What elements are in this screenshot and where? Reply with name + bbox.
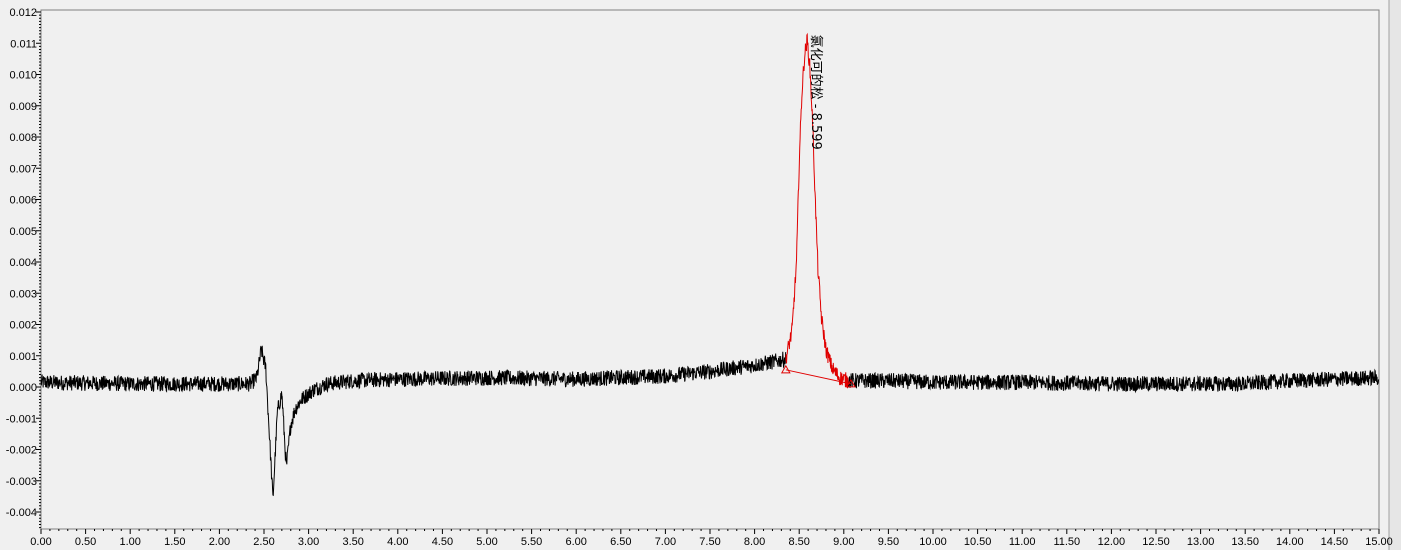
x-tick-label: 14.50 xyxy=(1321,536,1349,548)
y-tick-label: -0.001 xyxy=(6,413,37,425)
x-tick-label: 0.00 xyxy=(30,536,51,548)
y-tick-label: 0.010 xyxy=(9,70,37,82)
y-tick-label: 0.000 xyxy=(9,382,37,394)
x-tick-label: 11.00 xyxy=(1009,536,1036,548)
x-tick-label: 12.00 xyxy=(1098,536,1126,548)
x-tick-label: 1.00 xyxy=(119,536,140,548)
x-tick-label: 11.50 xyxy=(1053,536,1080,548)
x-tick-label: 6.00 xyxy=(565,536,586,548)
y-tick-label: 0.009 xyxy=(9,101,37,113)
x-tick-label: 5.00 xyxy=(476,536,497,548)
y-tick-label: 0.005 xyxy=(9,226,37,238)
x-tick-label: 4.50 xyxy=(432,536,453,548)
chart: 0.00 0.50 1.00 1.50 2.00 2.50 3.00 3.50 4.00 4.50… xyxy=(0,0,1401,550)
y-tick-label: 0.011 xyxy=(10,38,37,50)
y-tick-label: 0.007 xyxy=(9,163,37,175)
y-tick-label: 0.002 xyxy=(9,320,37,332)
chart-background xyxy=(0,0,1401,550)
x-tick-label: 13.50 xyxy=(1231,536,1259,548)
y-tick-label: -0.003 xyxy=(6,476,37,488)
x-tick-label: 5.50 xyxy=(521,536,542,548)
x-tick-label: 14.00 xyxy=(1276,536,1304,548)
x-tick-label: 8.00 xyxy=(744,536,765,548)
x-tick-label: 4.00 xyxy=(387,536,408,548)
y-tick-label: 0.012 xyxy=(9,7,37,19)
x-tick-label: 3.50 xyxy=(342,536,363,548)
y-tick-label: -0.002 xyxy=(6,445,37,457)
x-tick-label: 2.00 xyxy=(209,536,230,548)
right-panel-divider xyxy=(1389,0,1401,550)
x-tick-label: 10.00 xyxy=(919,536,947,548)
x-tick-label: 1.50 xyxy=(164,536,185,548)
peak-label: 氯化可的松 - 8.599 xyxy=(808,35,824,150)
x-tick-label: 2.50 xyxy=(253,536,274,548)
y-tick-label: 0.008 xyxy=(9,132,37,144)
x-tick-label: 0.50 xyxy=(75,536,96,548)
x-tick-label: 7.50 xyxy=(699,536,720,548)
x-tick-label: 9.00 xyxy=(833,536,854,548)
x-tick-label: 3.00 xyxy=(298,536,319,548)
annotation-layer: 氯化可的松 - 8.599 xyxy=(808,35,824,150)
x-tick-label: 8.50 xyxy=(788,536,809,548)
x-tick-label: 15.00 xyxy=(1365,536,1393,548)
y-tick-label: 0.006 xyxy=(9,195,37,207)
y-tick-label: -0.004 xyxy=(6,507,37,519)
y-tick-label: 0.003 xyxy=(9,288,37,300)
x-tick-label: 12.50 xyxy=(1142,536,1170,548)
x-tick-label: 9.50 xyxy=(878,536,899,548)
y-tick-label: 0.001 xyxy=(9,351,37,363)
y-tick-label: 0.004 xyxy=(9,257,37,269)
x-tick-label: 10.50 xyxy=(964,536,992,548)
x-tick-label: 7.00 xyxy=(655,536,676,548)
x-tick-label: 6.50 xyxy=(610,536,631,548)
x-tick-label: 13.00 xyxy=(1187,536,1215,548)
